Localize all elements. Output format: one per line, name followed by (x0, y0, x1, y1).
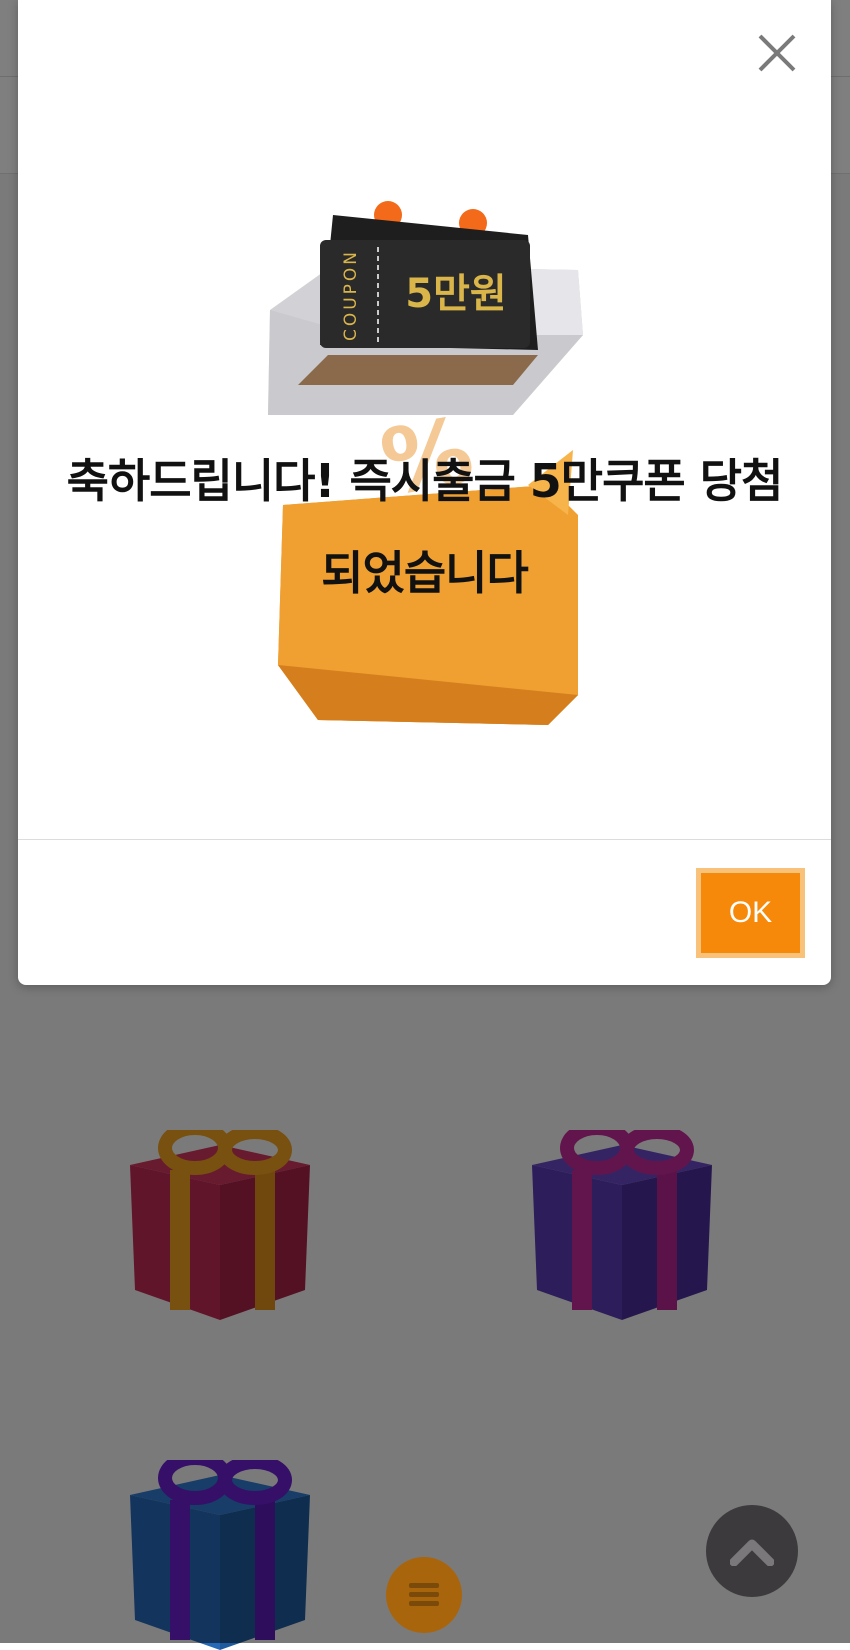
congrats-message: 축하드립니다! 즉시출금 5만쿠폰 당첨 되었습니다 (18, 435, 831, 619)
message-line-1: 축하드립니다! 즉시출금 5만쿠폰 당첨 (66, 454, 784, 508)
coupon-ticket: COUPON 5만원 (320, 215, 538, 350)
chevron-up-icon (730, 1539, 774, 1566)
menu-icon (409, 1583, 439, 1606)
ok-button[interactable]: OK (696, 868, 805, 958)
menu-button[interactable] (386, 1557, 462, 1633)
close-icon[interactable] (752, 28, 802, 78)
modal-divider (18, 839, 831, 840)
message-line-2: 되었습니다 (321, 546, 529, 600)
svg-text:COUPON: COUPON (341, 249, 361, 341)
coupon-modal: COUPON 5만원 % 축하드립니다! 즉시출금 5만쿠폰 당첨 되었습니다 … (18, 0, 831, 985)
svg-text:5만원: 5만원 (405, 271, 506, 317)
scroll-top-button[interactable] (706, 1505, 798, 1597)
